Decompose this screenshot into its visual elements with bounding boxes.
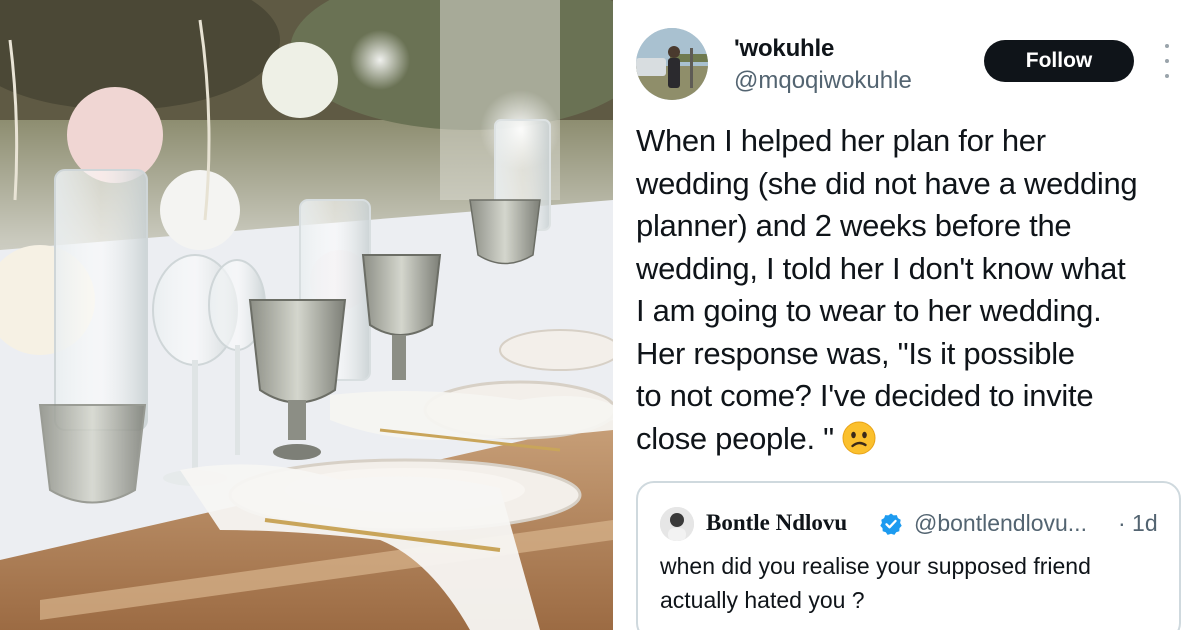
tweet-text-line: to not come? I've decided to invite bbox=[636, 378, 1094, 413]
tweet-text-line: planner) and 2 weeks before the bbox=[636, 208, 1072, 243]
quote-avatar-photo-icon bbox=[660, 507, 694, 541]
confused-face-emoji-icon bbox=[842, 421, 876, 454]
display-name[interactable]: 'wokuhle bbox=[734, 35, 834, 63]
tweet-text-line: wedding (she did not have a wedding bbox=[636, 165, 1138, 201]
more-options-icon[interactable] bbox=[1161, 44, 1173, 78]
quote-text: when did you realise your supposed frien… bbox=[660, 549, 1160, 617]
quote-user-handle[interactable]: @bontlendlovu... bbox=[914, 508, 1087, 538]
table-setting-illustration bbox=[0, 0, 613, 630]
tweet-card: 'wokuhle @mqoqiwokuhle Follow When I hel… bbox=[621, 0, 1200, 630]
tweet-text-line: Her response was, "Is it possible bbox=[636, 335, 1075, 371]
dot bbox=[1165, 44, 1169, 48]
avatar-photo-icon bbox=[636, 28, 708, 100]
quote-timestamp[interactable]: · 1d bbox=[1118, 508, 1158, 538]
quote-text-line: actually hated you ? bbox=[660, 587, 865, 613]
tweet-text: When I helped her plan for her wedding (… bbox=[636, 120, 1196, 460]
wedding-table-photo bbox=[0, 0, 613, 630]
dot bbox=[1165, 59, 1169, 63]
avatar[interactable] bbox=[636, 28, 708, 100]
tweet-text-line: When I helped her plan for her bbox=[636, 123, 1046, 158]
panel-divider bbox=[613, 0, 621, 630]
tweet-text-line: wedding, I told her I don't know what bbox=[636, 250, 1126, 286]
quoted-tweet[interactable]: Bontle Ndlovu @bontlendlovu... · 1d when… bbox=[636, 481, 1181, 630]
tweet-text-line: I am going to wear to her wedding. bbox=[636, 293, 1102, 328]
tweet-text-line: close people. " bbox=[636, 420, 834, 456]
quote-avatar[interactable] bbox=[660, 507, 694, 541]
tweet-text-last-line: close people. " bbox=[636, 418, 1196, 461]
user-handle[interactable]: @mqoqiwokuhle bbox=[734, 67, 912, 95]
quote-text-line: when did you realise your supposed frien… bbox=[660, 553, 1091, 579]
verified-badge-icon bbox=[880, 513, 902, 535]
dot bbox=[1165, 74, 1169, 78]
follow-button[interactable]: Follow bbox=[984, 40, 1134, 82]
quote-display-name[interactable]: Bontle Ndlovu bbox=[706, 508, 847, 538]
